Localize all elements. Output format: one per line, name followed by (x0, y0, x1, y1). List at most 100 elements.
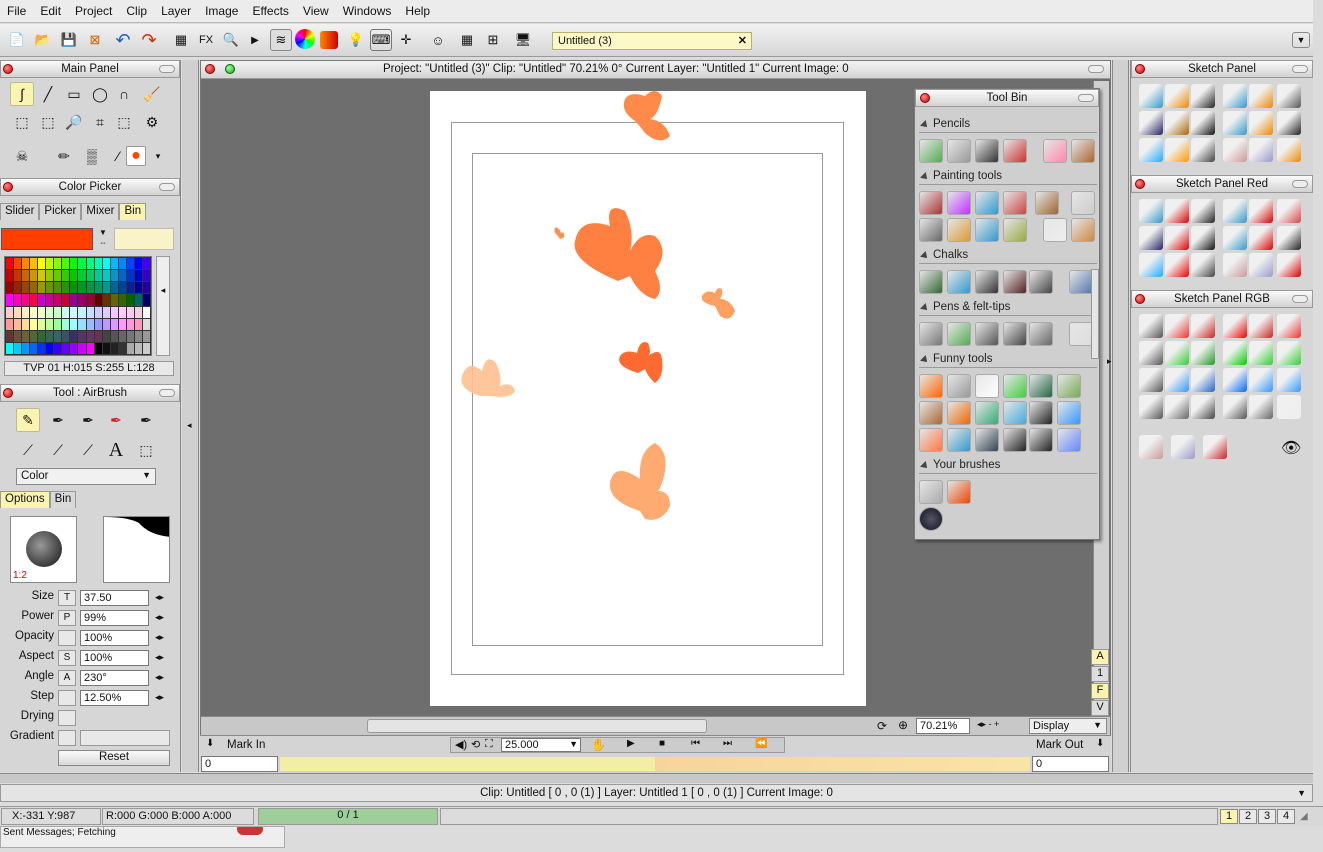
palette-color-swatch[interactable] (22, 318, 30, 330)
brush-preset-icon[interactable] (947, 270, 971, 294)
brush-preset-icon[interactable] (1003, 322, 1027, 346)
block-select-icon[interactable]: ⬚ (10, 110, 34, 134)
brush-preset-icon[interactable] (947, 218, 971, 242)
close-panel-icon[interactable] (1135, 294, 1145, 304)
play-arrow-icon[interactable]: ▶ (244, 29, 266, 51)
sketch-tool-icon[interactable] (1277, 368, 1301, 392)
section-funny-tools[interactable]: Funny tools (919, 353, 1097, 368)
sketch-tool-icon[interactable] (1249, 226, 1273, 250)
palette-color-swatch[interactable] (118, 258, 126, 270)
palette-color-swatch[interactable] (30, 318, 38, 330)
zoom-icon[interactable]: 🔍 (220, 29, 242, 51)
brush-preset-icon[interactable] (919, 139, 943, 163)
palette-color-swatch[interactable] (30, 258, 38, 270)
brush-preset-icon[interactable] (919, 322, 943, 346)
crop-tool-icon[interactable]: ⌗ (88, 110, 112, 134)
sketch-tool-icon[interactable] (1191, 368, 1215, 392)
palette-color-swatch[interactable] (30, 330, 38, 342)
sketch-tool-icon[interactable] (1249, 199, 1273, 223)
layers-icon[interactable]: ≋ (270, 29, 292, 51)
palette-color-swatch[interactable] (94, 318, 102, 330)
brush-preset-icon[interactable] (1029, 270, 1053, 294)
palette-color-swatch[interactable] (126, 294, 134, 306)
brush-preset-icon[interactable] (1057, 401, 1081, 425)
sketch-tool-icon[interactable] (1249, 84, 1273, 108)
sketch-tool-icon[interactable] (1277, 199, 1301, 223)
sketch-tool-icon[interactable] (1191, 314, 1215, 338)
palette-color-swatch[interactable] (126, 282, 134, 294)
sketch-tool-icon[interactable] (1191, 199, 1215, 223)
field-value-5[interactable]: 12.50% (80, 690, 149, 706)
palette-color-swatch[interactable] (30, 342, 38, 354)
sketch-tool-icon[interactable] (1165, 84, 1189, 108)
palette-color-swatch[interactable] (70, 318, 78, 330)
mark-out-field[interactable]: 0 (1032, 756, 1109, 772)
palette-color-swatch[interactable] (46, 258, 54, 270)
sketch-tool-icon[interactable] (1191, 111, 1215, 135)
brush-preset-icon[interactable] (1071, 218, 1095, 242)
close-panel-icon[interactable] (1135, 64, 1145, 74)
palette-color-swatch[interactable] (102, 294, 110, 306)
palette-color-swatch[interactable] (70, 270, 78, 282)
sketch-tool-icon[interactable] (1139, 368, 1163, 392)
menu-edit[interactable]: Edit (33, 4, 68, 18)
tab-options[interactable]: Options (0, 491, 50, 508)
brush-preset-icon[interactable] (1029, 374, 1053, 398)
palette-color-swatch[interactable] (14, 282, 22, 294)
freehand-tool-icon[interactable]: ∫ (10, 82, 34, 106)
palette-color-swatch[interactable] (54, 306, 62, 318)
palette-color-swatch[interactable] (102, 318, 110, 330)
sketch-tool-icon[interactable] (1191, 341, 1215, 365)
palette-color-swatch[interactable] (78, 342, 86, 354)
page-button-3[interactable]: 3 (1258, 809, 1276, 824)
tab-bin[interactable]: Bin (49, 491, 77, 508)
palette-color-swatch[interactable] (38, 282, 46, 294)
airbrush-icon[interactable]: ✎ (16, 408, 40, 432)
toggle-v[interactable]: V (1091, 700, 1109, 716)
menu-clip[interactable]: Clip (119, 4, 154, 18)
minimize-panel-icon[interactable] (1078, 94, 1094, 102)
palette-color-swatch[interactable] (118, 306, 126, 318)
palette-color-swatch[interactable] (118, 330, 126, 342)
palette-color-swatch[interactable] (110, 318, 118, 330)
menu-windows[interactable]: Windows (336, 4, 399, 18)
palette-color-swatch[interactable] (54, 282, 62, 294)
brush-preset-icon[interactable] (975, 191, 999, 215)
palette-color-swatch[interactable] (78, 330, 86, 342)
brush-preset-icon[interactable] (1003, 401, 1027, 425)
warp-tool-icon[interactable]: ⬚ (112, 110, 136, 134)
brush-preset-icon[interactable] (947, 428, 971, 452)
secondary-color-swatch[interactable] (114, 228, 174, 250)
palette-color-swatch[interactable] (22, 270, 30, 282)
sketch-tool-icon[interactable] (1191, 395, 1215, 419)
palette-color-swatch[interactable] (86, 294, 94, 306)
close-tab-icon[interactable]: ✕ (738, 34, 747, 47)
fps-select[interactable]: 25.000 ▼ (501, 738, 581, 752)
close-panel-icon[interactable] (920, 93, 930, 103)
spline-tool-icon[interactable]: ∩ (112, 82, 136, 106)
palette-color-swatch[interactable] (142, 330, 150, 342)
stepper-arrows-icon[interactable]: ◂▸ (155, 632, 164, 643)
sketch-tool-icon[interactable] (1223, 226, 1247, 250)
sketch-tool-icon[interactable] (1165, 368, 1189, 392)
field-mode-button-3[interactable]: S (58, 650, 76, 666)
skull-icon[interactable]: ☠ (10, 144, 34, 168)
field-value-2[interactable]: 100% (80, 630, 149, 646)
fx-button[interactable]: FX (195, 29, 217, 51)
sketch-tool-icon[interactable] (1223, 368, 1247, 392)
brush-effects-icon[interactable]: ▦ (170, 29, 192, 51)
sketch-tool-icon[interactable] (1139, 138, 1163, 162)
palette-color-swatch[interactable] (110, 258, 118, 270)
stepper-arrows-icon[interactable]: ◂▸ (155, 692, 164, 703)
palette-color-swatch[interactable] (102, 306, 110, 318)
palette-color-swatch[interactable] (70, 330, 78, 342)
pan-tool-icon[interactable]: ⚙ (140, 110, 164, 134)
palette-color-swatch[interactable] (118, 282, 126, 294)
down-arrow-icon[interactable]: ⬇ (1096, 738, 1104, 749)
open-folder-icon[interactable]: 📂 (32, 29, 54, 51)
section-painting-tools[interactable]: Painting tools (919, 170, 1097, 185)
brush-preset-icon[interactable] (947, 401, 971, 425)
palette-color-swatch[interactable] (110, 330, 118, 342)
sketch-tool-icon[interactable] (1191, 226, 1215, 250)
tab-mixer[interactable]: Mixer (81, 203, 120, 220)
